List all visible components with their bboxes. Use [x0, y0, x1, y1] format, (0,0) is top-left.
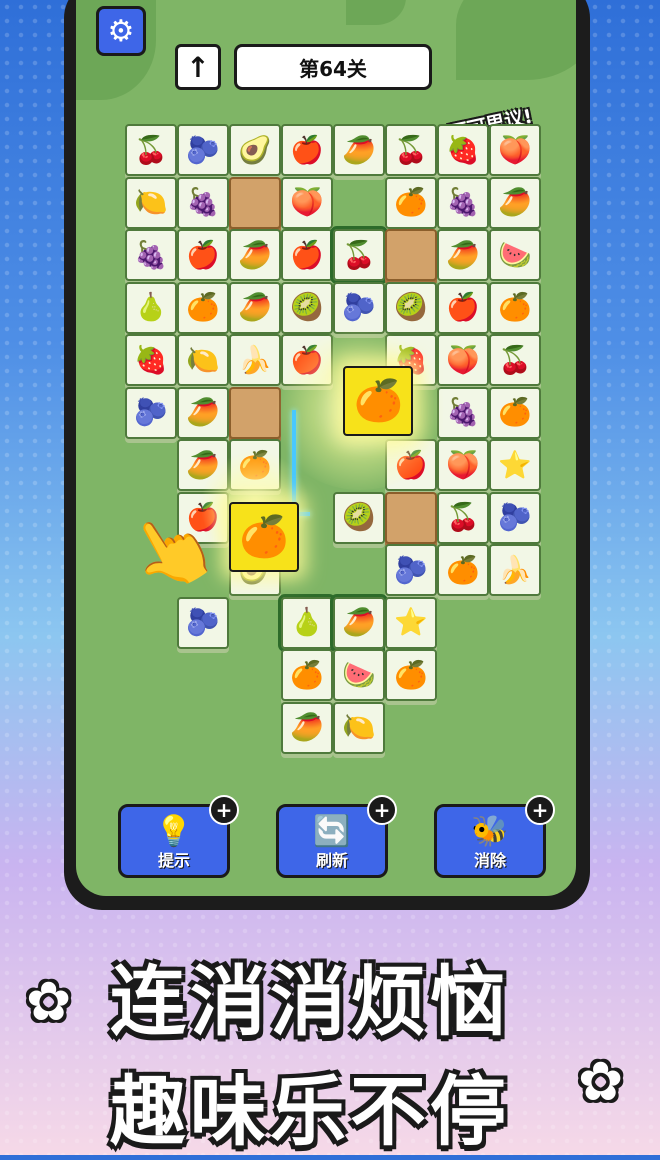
back-button[interactable]: ↑	[175, 44, 221, 90]
fruit-tile[interactable]: 🥭	[229, 281, 281, 334]
fruit-tile[interactable]: 🍇	[125, 229, 177, 281]
wood-block-tile	[385, 229, 437, 281]
fruit-tile[interactable]: 🍊	[489, 386, 541, 439]
fruit-tile[interactable]: 🥭	[281, 701, 333, 754]
fruit-tile[interactable]: 🍑	[281, 176, 333, 229]
fruit-tile[interactable]: 🥭	[330, 593, 388, 652]
leaf-decoration	[346, 0, 406, 25]
fruit-tile[interactable]: 🍊	[385, 649, 437, 701]
fruit-tile[interactable]: 🍎	[437, 281, 489, 334]
wood-block-tile	[385, 491, 437, 544]
fruit-tile[interactable]: 🍉	[489, 229, 541, 281]
hint-label: 提示	[157, 851, 190, 870]
fruit-tile[interactable]: 🍑	[489, 124, 541, 176]
fruit-tile[interactable]: ⭐	[489, 439, 541, 491]
plus-icon[interactable]: +	[209, 795, 239, 825]
refresh-button[interactable]: 🔄 刷新 +	[276, 795, 397, 878]
fruit-tile[interactable]: 🍊	[437, 544, 489, 596]
fruit-tile[interactable]: 🍎	[281, 229, 333, 281]
hint-button[interactable]: 💡 提示 +	[118, 795, 239, 878]
link-line	[292, 410, 296, 514]
fruit-tile[interactable]: 🍊	[177, 281, 229, 334]
fruit-tile[interactable]: 🍋	[177, 334, 229, 386]
fruit-tile[interactable]: 🥑	[229, 124, 281, 176]
leaf-decoration	[456, 0, 576, 80]
plus-icon[interactable]: +	[367, 795, 397, 825]
bee-icon: 🐝	[471, 814, 509, 849]
settings-button[interactable]: ⚙	[96, 6, 146, 56]
fruit-tile[interactable]: 🫐	[125, 386, 177, 439]
fruit-tile[interactable]: 🫐	[489, 491, 541, 544]
fruit-tile[interactable]: 🍒	[385, 124, 437, 176]
fruit-tile[interactable]: 🍐	[278, 593, 336, 652]
level-label: 第64关	[234, 44, 432, 90]
slogan-line-2: 趣味乐不停	[110, 1067, 510, 1156]
clover-icon: ✿	[26, 970, 72, 1033]
fruit-tile[interactable]: 🍒	[125, 124, 177, 176]
fruit-tile[interactable]: 🍑	[437, 439, 489, 491]
fruit-tile[interactable]: 🍇	[437, 176, 489, 229]
eliminate-button[interactable]: 🐝 消除 +	[434, 795, 555, 878]
fruit-tile[interactable]: 🍋	[125, 176, 177, 229]
plus-icon[interactable]: +	[525, 795, 555, 825]
fruit-tile[interactable]: 🥝	[281, 281, 333, 334]
fruit-tile[interactable]: 🫐	[177, 124, 229, 176]
fruit-tile[interactable]: 🍒	[330, 226, 388, 284]
fruit-tile[interactable]: 🥝	[385, 281, 437, 334]
fruit-tile[interactable]: 🍐	[125, 281, 177, 334]
fruit-tile[interactable]: 🫐	[177, 596, 229, 649]
fruit-tile[interactable]: 🥭	[333, 124, 385, 176]
wood-block-tile	[229, 176, 281, 229]
fruit-tile[interactable]: 🍑	[437, 334, 489, 386]
lightbulb-icon: 💡	[155, 814, 193, 849]
fruit-tile[interactable]: 🍌	[489, 544, 541, 596]
fruit-tile[interactable]: 🍎	[177, 229, 229, 281]
selected-fruit-tile[interactable]: 🍊	[229, 502, 299, 572]
fruit-tile[interactable]: 🍓	[125, 334, 177, 386]
fruit-tile[interactable]: 🍒	[489, 334, 541, 386]
fruit-tile[interactable]: ⭐	[385, 596, 437, 649]
eliminate-label: 消除	[473, 851, 506, 870]
clover-icon: ✿	[578, 1050, 624, 1113]
slogan-line-1: 连消消烦恼	[110, 957, 510, 1046]
fruit-tile[interactable]: 🫐	[385, 544, 437, 596]
fruit-tile[interactable]: 🍇	[177, 176, 229, 229]
refresh-label: 刷新	[315, 851, 348, 870]
fruit-tile[interactable]: 🍉	[333, 649, 385, 701]
fruit-tile[interactable]: 🥭	[437, 229, 489, 281]
fruit-tile[interactable]: 🥭	[229, 229, 281, 281]
fruit-tile[interactable]: 🍋	[333, 701, 385, 754]
fruit-tile[interactable]: 🍌	[229, 334, 281, 386]
refresh-icon: 🔄	[313, 814, 351, 849]
fruit-tile[interactable]: 🥭	[177, 386, 229, 439]
fruit-tile[interactable]: 🍊	[489, 281, 541, 334]
selected-fruit-tile[interactable]: 🍊	[343, 365, 414, 436]
fruit-tile[interactable]: 🥝	[333, 491, 385, 544]
fruit-tile[interactable]: 🍊	[385, 176, 437, 229]
gear-icon: ⚙	[107, 13, 135, 49]
fruit-tile[interactable]: 🫐	[333, 281, 385, 334]
fruit-tile[interactable]: 🍎	[281, 124, 333, 176]
arrow-up-icon: ↑	[186, 50, 210, 84]
fruit-tile[interactable]: 🥭	[489, 176, 541, 229]
fruit-tile[interactable]: 🍊	[281, 649, 333, 701]
fruit-tile[interactable]: 🍒	[437, 491, 489, 544]
fruit-tile[interactable]: 🍓	[437, 124, 489, 176]
